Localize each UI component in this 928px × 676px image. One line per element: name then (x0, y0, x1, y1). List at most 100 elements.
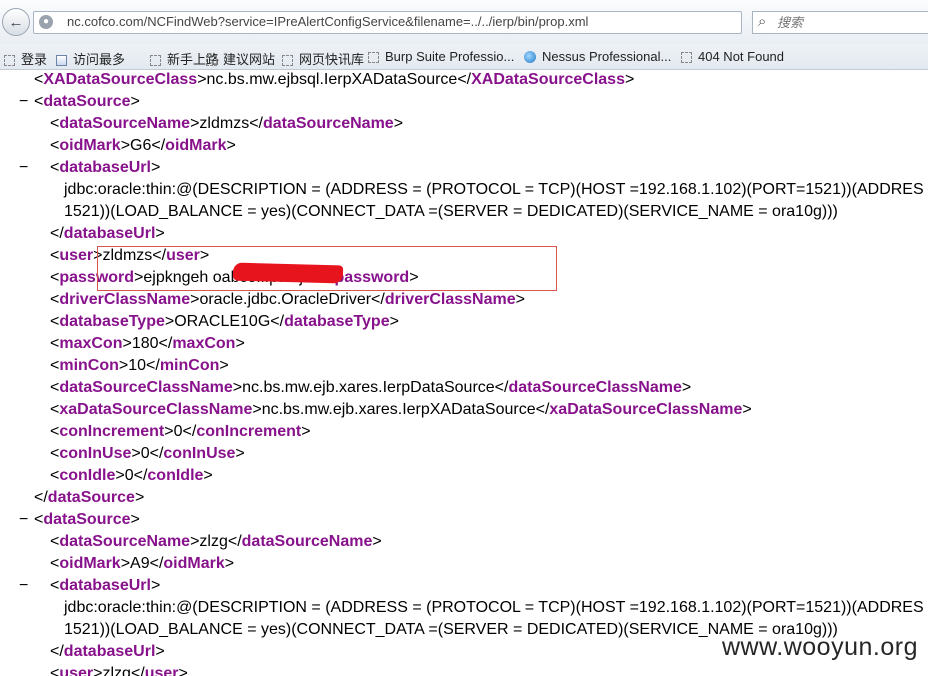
bookmark-item[interactable]: 访问最多 (56, 49, 125, 67)
tag-name: XADataSourceClass (471, 71, 625, 88)
tag-bracket: > (224, 555, 235, 572)
tag-bracket: > (155, 643, 165, 660)
tag-bracket: < (50, 555, 60, 572)
tag-bracket: > (624, 71, 635, 88)
tag-bracket: > (393, 115, 404, 132)
tag-bracket: </ (371, 291, 385, 308)
address-bar[interactable]: ● nc.cofco.com/NCFindWeb?service=IPreAle… (33, 11, 763, 34)
tag-bracket: < (34, 93, 44, 110)
xml-line: jdbc:oracle:thin:@(DESCRIPTION = (ADDRES… (64, 179, 924, 201)
tag-bracket: </ (50, 643, 64, 660)
collapse-toggle[interactable]: − (19, 157, 28, 179)
tag-bracket: </ (149, 445, 164, 462)
tag-bracket: > (190, 533, 200, 550)
tag-name: conIdle (147, 467, 204, 484)
xml-text: jdbc:oracle:thin:@(DESCRIPTION = (ADDRES… (64, 599, 924, 616)
tag-value: 10 (128, 357, 147, 374)
tag-bracket: </ (151, 137, 166, 154)
tag-bracket: > (203, 467, 213, 484)
tag-value: 0 (173, 423, 183, 440)
bookmark-item[interactable]: Nessus Professional... (524, 49, 671, 65)
bookmark-item[interactable]: 建议网站 (206, 49, 275, 67)
tag-bracket: > (150, 577, 161, 594)
tag-bracket: < (50, 269, 60, 286)
tag-bracket: < (50, 401, 60, 418)
tag-name: xaDataSourceClassName (549, 401, 743, 418)
tag-value: zldmzs (199, 115, 250, 132)
xml-line: <dataSourceName>zlzg</dataSourceName> (50, 531, 382, 553)
tag-name: oidMark (165, 137, 227, 154)
tag-bracket: < (50, 137, 60, 154)
tag-name: XADataSourceClass (43, 71, 198, 88)
xml-line: <conInUse>0</conInUse> (50, 443, 245, 465)
blank-page-icon (4, 55, 15, 66)
tag-bracket: < (50, 577, 60, 594)
tag-bracket: < (50, 115, 60, 132)
tag-name: conIdle (59, 467, 116, 484)
tag-bracket: > (190, 115, 200, 132)
xml-line: </databaseUrl> (50, 641, 165, 663)
tag-name: dataSourceClassName (508, 379, 682, 396)
back-button[interactable]: ← (2, 8, 30, 36)
xml-line: </dataSource> (34, 487, 144, 509)
tag-bracket: < (50, 247, 60, 264)
bookmark-item[interactable]: Burp Suite Professio... (368, 49, 514, 65)
tag-bracket: > (164, 313, 175, 330)
collapse-toggle[interactable]: − (19, 575, 28, 597)
xml-line: <driverClassName>oracle.jdbc.OracleDrive… (50, 289, 525, 311)
tag-bracket: > (164, 423, 174, 440)
xml-line: <oidMark>A9</oidMark> (50, 553, 234, 575)
tag-value: A9 (130, 555, 150, 572)
tag-bracket: </ (133, 467, 148, 484)
xml-line: <databaseType>ORACLE10G</databaseType> (50, 311, 399, 333)
tag-value: ORACLE10G (174, 313, 271, 330)
tag-name: dataSource (43, 93, 131, 110)
search-input[interactable] (777, 14, 917, 31)
tag-bracket: > (235, 445, 245, 462)
blank-page-icon (368, 52, 379, 63)
tag-bracket: </ (158, 335, 173, 352)
tag-name: oidMark (59, 555, 121, 572)
tag-bracket: > (155, 225, 165, 242)
xml-line: < xaDataSourceClassName> nc.bs.mw.ejb.xare… (50, 399, 752, 421)
tag-bracket: > (372, 533, 382, 550)
tag-name: dataSourceClassName (59, 379, 233, 396)
tag-name: maxCon (172, 335, 236, 352)
nessus-icon (524, 51, 536, 63)
tag-name: databaseType (59, 313, 165, 330)
xml-line: <minCon>10</minCon> (50, 355, 229, 377)
tag-bracket: < (50, 379, 60, 396)
tag-bracket: </ (50, 225, 64, 242)
collapse-toggle[interactable]: − (19, 509, 28, 531)
xml-line: <dataSourceName>zldmzs</dataSourceName> (50, 113, 403, 135)
tag-bracket: < (50, 159, 60, 176)
xml-line: 1521))(LOAD_BALANCE = yes)(CONNECT_DATA … (64, 201, 838, 223)
tag-bracket: > (742, 401, 752, 418)
tag-name: dataSourceName (241, 533, 373, 550)
bookmark-item[interactable]: 404 Not Found (681, 49, 784, 65)
tag-name: user (59, 247, 94, 264)
tag-bracket: </ (34, 489, 48, 506)
bookmark-item[interactable]: 登录 (4, 49, 47, 67)
tag-name: databaseUrl (59, 159, 151, 176)
collapse-toggle[interactable]: − (19, 91, 28, 113)
tag-bracket: </ (270, 313, 285, 330)
tag-value: 180 (131, 335, 159, 352)
xml-line: <conIncrement>0</conIncrement> (50, 421, 311, 443)
tag-bracket: </ (182, 423, 197, 440)
tag-name: conInUse (163, 445, 236, 462)
xml-line: <oidMark>G6</oidMark> (50, 135, 236, 157)
tag-bracket: </ (227, 533, 242, 550)
tag-name: databaseType (284, 313, 390, 330)
tag-bracket: </ (149, 555, 164, 572)
navigation-bar: ← ● nc.cofco.com/NCFindWeb?service=IPreA… (0, 0, 928, 44)
tag-name: dataSourceName (59, 533, 191, 550)
tag-value: nc.bs.mw.ejb.xares.IerpXADataSource (261, 401, 536, 418)
search-box[interactable]: ⌕ (752, 11, 928, 34)
bookmark-item[interactable]: 网页快讯库 (282, 49, 364, 67)
tag-bracket: > (115, 467, 125, 484)
xml-line: <XADataSourceClass>nc.bs.mw.ejbsql.IerpX… (34, 69, 634, 91)
xml-line: <conIdle>0</conIdle> (50, 465, 213, 487)
url-text[interactable]: nc.cofco.com/NCFindWeb?service=IPreAlert… (67, 14, 588, 29)
tag-bracket: < (50, 313, 60, 330)
